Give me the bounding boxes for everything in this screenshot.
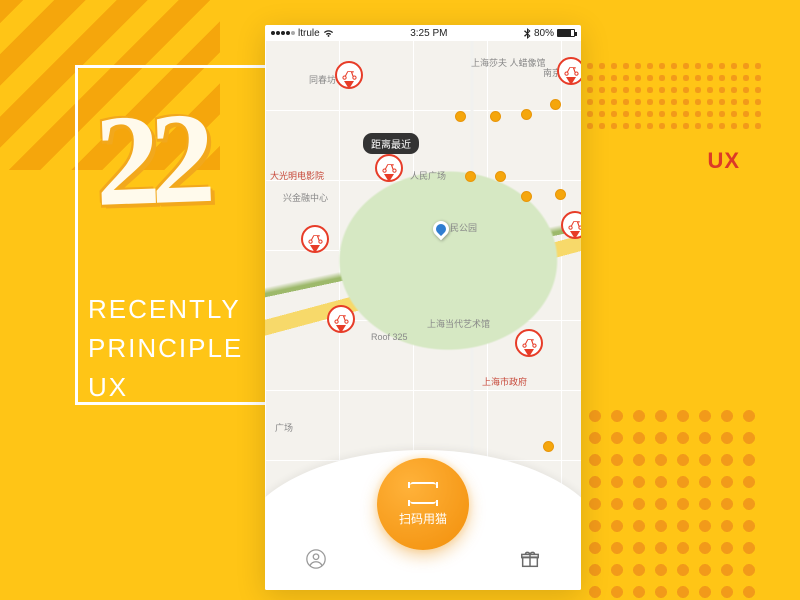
map-coin[interactable]: [543, 441, 554, 452]
nearest-tooltip: 距离最近: [363, 133, 419, 154]
user-icon: [305, 548, 327, 570]
map-coin[interactable]: [555, 189, 566, 200]
scan-icon: [410, 482, 436, 504]
user-location-pin: [430, 218, 453, 241]
status-bar: ltrule 3:25 PM 80%: [265, 25, 581, 41]
poi-label: Roof 325: [371, 332, 408, 342]
map-coin[interactable]: [465, 171, 476, 182]
title-line: UX: [88, 368, 243, 407]
bike-pin[interactable]: [335, 61, 363, 89]
ux-label: UX: [707, 148, 740, 174]
bluetooth-icon: [524, 28, 531, 39]
poi-label: 上海莎夫 人蜡像馆: [471, 59, 546, 69]
bike-pin[interactable]: [515, 329, 543, 357]
poi-label: 大光明电影院: [270, 169, 324, 182]
bike-pin[interactable]: [375, 154, 403, 182]
dots-grid-bottom: [584, 405, 764, 600]
bike-pin[interactable]: [557, 57, 581, 85]
scan-button[interactable]: 扫码用猫: [377, 458, 469, 550]
phone-mockup: ltrule 3:25 PM 80% 同春坊 上海莎夫 人蜡像馆 南京东路 鸿浦…: [265, 25, 581, 590]
carrier-label: ltrule: [298, 28, 320, 39]
map-coin[interactable]: [490, 111, 501, 122]
bike-pin[interactable]: [301, 225, 329, 253]
map-canvas[interactable]: 同春坊 上海莎夫 人蜡像馆 南京东路 鸿浦苑 大光明电影院 人民广场 兴金融中心…: [265, 41, 581, 590]
bike-pin[interactable]: [561, 211, 581, 239]
map-coin[interactable]: [521, 191, 532, 202]
map-coin[interactable]: [550, 99, 561, 110]
map-coin[interactable]: [455, 111, 466, 122]
poi-label: 人民广场: [410, 169, 446, 182]
map-coin[interactable]: [521, 109, 532, 120]
bike-pin[interactable]: [327, 305, 355, 333]
profile-button[interactable]: [305, 548, 327, 575]
map-coin[interactable]: [495, 171, 506, 182]
poi-label: 上海当代艺术馆: [427, 317, 490, 330]
battery-pct: 80%: [534, 28, 554, 39]
big-number: 22: [93, 93, 207, 227]
gift-button[interactable]: [519, 548, 541, 575]
wifi-icon: [323, 29, 334, 38]
gift-icon: [519, 548, 541, 570]
poi-label: 兴金融中心: [283, 191, 328, 204]
poi-label: 同春坊: [309, 73, 336, 86]
title-line: RECENTLY: [88, 290, 243, 329]
scan-button-label: 扫码用猫: [399, 510, 447, 527]
poi-label: 广场: [275, 421, 293, 434]
status-time: 3:25 PM: [410, 28, 447, 39]
dots-grid-top: [584, 60, 764, 135]
poi-label: 民公园: [450, 221, 477, 234]
signal-icon: [271, 31, 295, 35]
poi-label: 上海市政府: [482, 375, 527, 388]
title-line: PRINCIPLE: [88, 329, 243, 368]
title-block: RECENTLY PRINCIPLE UX: [88, 290, 243, 407]
battery-icon: [557, 29, 575, 37]
